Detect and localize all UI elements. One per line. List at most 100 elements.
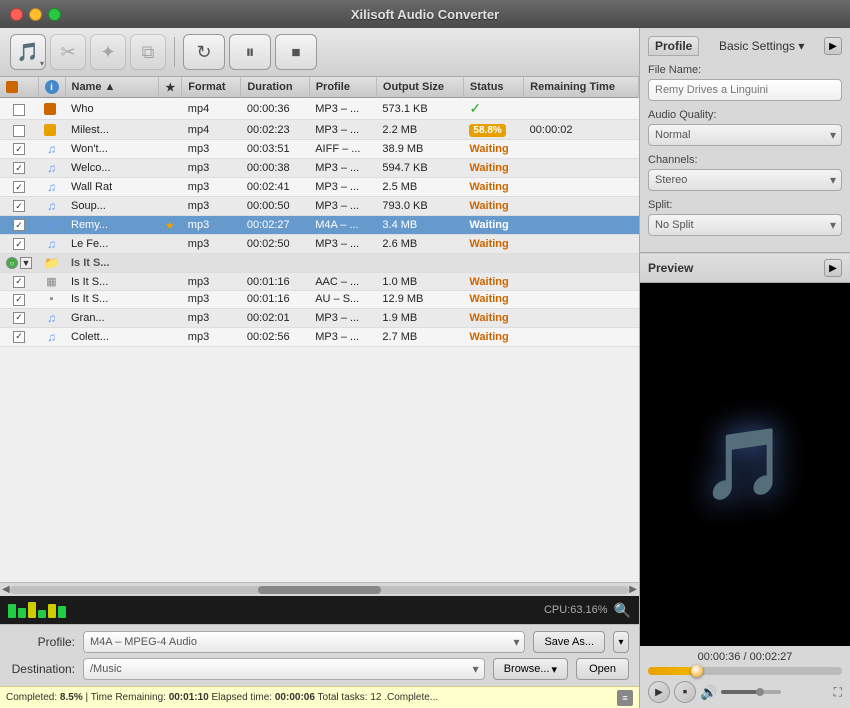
- table-row[interactable]: ▪ Is It S... mp3 00:01:16 AU – S... 12.9…: [0, 291, 639, 309]
- row-checkbox[interactable]: [13, 331, 25, 343]
- star-cell[interactable]: [159, 178, 182, 197]
- table-row[interactable]: ♫ Welco... mp3 00:00:38 MP3 – ... 594.7 …: [0, 159, 639, 178]
- table-row[interactable]: Who mp4 00:00:36 MP3 – ... 573.1 KB ✓: [0, 98, 639, 120]
- scroll-thumb[interactable]: [258, 586, 382, 594]
- folder-indicator[interactable]: ▼: [20, 257, 32, 269]
- star-cell[interactable]: [159, 98, 182, 120]
- star-cell[interactable]: [159, 159, 182, 178]
- star-cell[interactable]: ★: [159, 216, 182, 235]
- check-cell[interactable]: [0, 273, 38, 291]
- basic-settings-tab[interactable]: Basic Settings ▾: [713, 37, 810, 55]
- scroll-track[interactable]: [10, 586, 630, 594]
- row-checkbox[interactable]: [13, 276, 25, 288]
- col-status[interactable]: Status: [463, 77, 523, 98]
- col-format[interactable]: Format: [182, 77, 241, 98]
- star-cell[interactable]: [159, 291, 182, 309]
- col-duration[interactable]: Duration: [241, 77, 309, 98]
- scroll-left-arrow[interactable]: ◀: [2, 584, 10, 595]
- star-cell[interactable]: [159, 254, 182, 273]
- h-scrollbar[interactable]: ◀ ▶: [0, 582, 639, 596]
- stop-player-button[interactable]: ⏹: [674, 681, 696, 703]
- star-cell[interactable]: [159, 273, 182, 291]
- cpu-settings-icon[interactable]: 🔍: [614, 602, 631, 619]
- stop-button[interactable]: ⏹: [275, 34, 317, 70]
- col-star[interactable]: ★: [159, 77, 182, 98]
- scroll-right-arrow[interactable]: ▶: [629, 584, 637, 595]
- check-cell[interactable]: [0, 98, 38, 120]
- status-log-icon[interactable]: ≡: [617, 690, 633, 706]
- row-checkbox[interactable]: [13, 312, 25, 324]
- minimize-button[interactable]: [29, 8, 42, 21]
- col-profile[interactable]: Profile: [309, 77, 376, 98]
- refresh-button[interactable]: ↻: [183, 34, 225, 70]
- play-button[interactable]: ▶: [648, 681, 670, 703]
- add-dropdown-arrow[interactable]: ▾: [40, 59, 44, 68]
- select-all-indicator[interactable]: [6, 81, 18, 93]
- row-checkbox[interactable]: [13, 238, 25, 250]
- star-cell[interactable]: [159, 197, 182, 216]
- table-row[interactable]: Milest... mp4 00:02:23 MP3 – ... 2.2 MB …: [0, 120, 639, 140]
- row-checkbox[interactable]: [13, 200, 25, 212]
- row-checkbox[interactable]: [13, 104, 25, 116]
- star-cell[interactable]: [159, 235, 182, 254]
- table-row[interactable]: ♫ Colett... mp3 00:02:56 MP3 – ... 2.7 M…: [0, 327, 639, 346]
- fullscreen-button[interactable]: ⛶: [834, 685, 842, 700]
- volume-icon[interactable]: 🔊: [700, 684, 717, 701]
- channels-select[interactable]: Stereo: [648, 169, 842, 191]
- close-button[interactable]: [10, 8, 23, 21]
- check-cell[interactable]: [0, 327, 38, 346]
- check-cell[interactable]: [0, 120, 38, 140]
- check-cell[interactable]: [0, 291, 38, 309]
- row-checkbox[interactable]: [13, 181, 25, 193]
- col-remaining[interactable]: Remaining Time: [524, 77, 639, 98]
- col-output-size[interactable]: Output Size: [376, 77, 463, 98]
- browse-button[interactable]: Browse... ▾: [493, 658, 568, 680]
- merge-button[interactable]: ⧉: [130, 34, 166, 70]
- table-row[interactable]: ♫ Remy... ★ mp3 00:02:27 M4A – ... 3.4 M…: [0, 216, 639, 235]
- check-cell[interactable]: ○▼: [0, 254, 38, 273]
- check-cell[interactable]: [0, 140, 38, 159]
- open-button[interactable]: Open: [576, 658, 629, 680]
- maximize-button[interactable]: [48, 8, 61, 21]
- table-row[interactable]: ▦ Is It S... mp3 00:01:16 AAC – ... 1.0 …: [0, 273, 639, 291]
- star-cell[interactable]: [159, 140, 182, 159]
- check-cell[interactable]: [0, 178, 38, 197]
- check-cell[interactable]: [0, 216, 38, 235]
- progress-bar[interactable]: [648, 667, 842, 675]
- table-row[interactable]: ♫ Won't... mp3 00:03:51 AIFF – ... 38.9 …: [0, 140, 639, 159]
- profile-tab[interactable]: Profile: [648, 36, 699, 56]
- cut-button[interactable]: ✂: [50, 34, 86, 70]
- split-select[interactable]: No Split: [648, 214, 842, 236]
- check-cell[interactable]: [0, 308, 38, 327]
- check-cell[interactable]: [0, 235, 38, 254]
- table-row[interactable]: ♫ Gran... mp3 00:02:01 MP3 – ... 1.9 MB …: [0, 308, 639, 327]
- check-cell[interactable]: [0, 197, 38, 216]
- file-table-container[interactable]: i Name ▲ ★ Format Duration Profile Outpu…: [0, 77, 639, 582]
- star-cell[interactable]: [159, 327, 182, 346]
- table-row[interactable]: ♫ Soup... mp3 00:00:50 MP3 – ... 793.0 K…: [0, 197, 639, 216]
- nav-arrow-button[interactable]: ▶: [824, 37, 842, 55]
- profile-select[interactable]: M4A – MPEG-4 Audio: [83, 631, 525, 653]
- row-checkbox[interactable]: [13, 125, 25, 137]
- col-name[interactable]: Name ▲: [65, 77, 159, 98]
- row-checkbox[interactable]: [13, 219, 25, 231]
- save-as-button[interactable]: Save As...: [533, 631, 605, 653]
- add-button[interactable]: 🎵 ▾: [10, 34, 46, 70]
- table-row[interactable]: ○▼ 📁 Is It S...: [0, 254, 639, 273]
- effects-button[interactable]: ✦: [90, 34, 126, 70]
- check-cell[interactable]: [0, 159, 38, 178]
- row-checkbox[interactable]: [13, 162, 25, 174]
- destination-select[interactable]: /Music: [83, 658, 485, 680]
- pause-button[interactable]: ⏸: [229, 34, 271, 70]
- file-name-input[interactable]: [648, 79, 842, 101]
- star-cell[interactable]: [159, 308, 182, 327]
- preview-nav-arrow[interactable]: ▶: [824, 259, 842, 277]
- star-cell[interactable]: [159, 120, 182, 140]
- browse-dropdown-arrow[interactable]: ▾: [552, 663, 558, 676]
- table-row[interactable]: ♫ Le Fe... mp3 00:02:50 MP3 – ... 2.6 MB…: [0, 235, 639, 254]
- audio-quality-select[interactable]: Normal: [648, 124, 842, 146]
- row-checkbox[interactable]: [13, 143, 25, 155]
- volume-thumb[interactable]: [756, 688, 764, 696]
- group-open-indicator[interactable]: ○: [6, 257, 18, 269]
- row-checkbox[interactable]: [13, 294, 25, 306]
